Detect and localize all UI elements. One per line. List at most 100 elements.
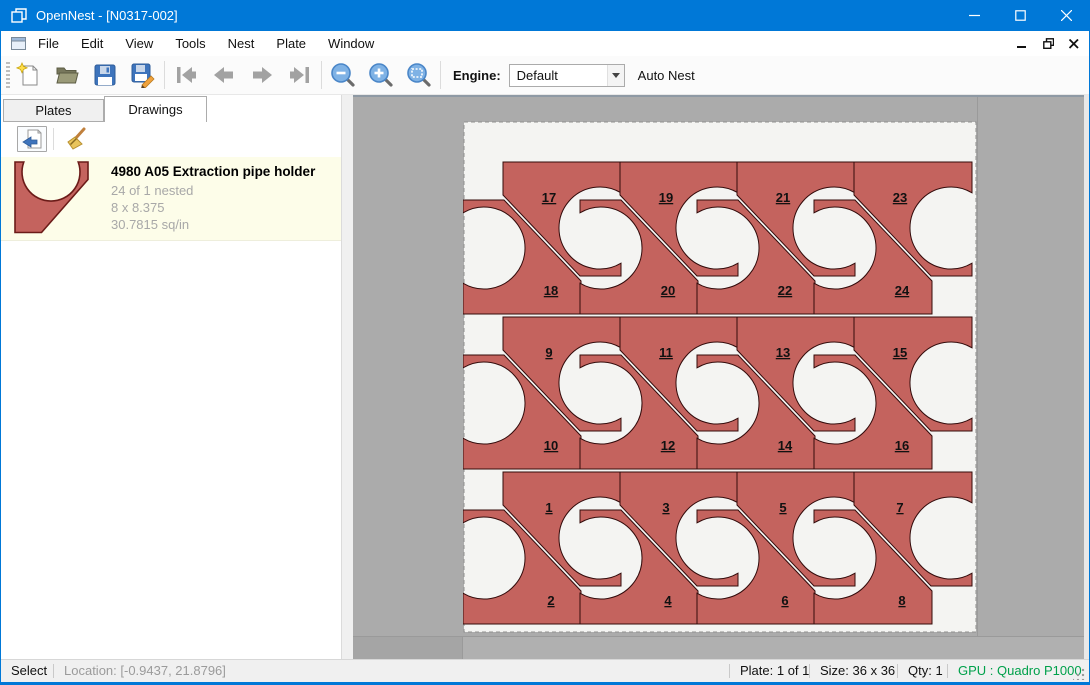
close-button[interactable] [1043,0,1089,31]
canvas-horizontal-scrollbar[interactable] [353,636,1084,659]
zoom-extents-icon [406,62,432,88]
main-toolbar: Engine: Default Auto Nest [1,56,1089,95]
toolbar-separator [164,61,165,89]
nest-part-label: 21 [776,190,790,205]
go-next-button[interactable] [243,59,281,91]
nest-part-label: 24 [895,283,910,298]
app-window: OpenNest - [N0317-002] File Edit View [0,0,1090,685]
mdi-minimize-button[interactable] [1013,35,1031,52]
status-bar: Select Location: [-0.9437, 21.8796] Plat… [1,659,1089,682]
save-as-icon [130,62,156,88]
save-as-button[interactable] [124,59,162,91]
go-last-button[interactable] [281,59,319,91]
nest-canvas[interactable]: 171819202122232491011121314151612345678 [353,95,1084,636]
drawing-list-item[interactable]: 4980 A05 Extraction pipe holder 24 of 1 … [1,157,341,241]
status-separator [729,664,730,678]
clean-button[interactable] [60,126,90,152]
go-first-button[interactable] [167,59,205,91]
drawing-title: 4980 A05 Extraction pipe holder [111,164,315,179]
nest-part-label: 6 [781,593,788,608]
menu-file[interactable]: File [27,32,70,55]
panel-tabs: Plates Drawings [1,95,341,122]
canvas-scroll-divider [977,97,978,636]
plate[interactable]: 171819202122232491011121314151612345678 [463,121,977,638]
zoom-in-icon [368,62,394,88]
status-mode: Select [11,663,47,678]
close-icon [1061,10,1072,21]
panel-scrollbar[interactable] [341,95,353,659]
nest-part-label: 9 [545,345,552,360]
new-document-icon [16,62,42,88]
nest-part-label: 22 [778,283,792,298]
open-file-button[interactable] [48,59,86,91]
go-last-icon [287,62,313,88]
window-title: OpenNest - [N0317-002] [36,8,178,23]
menu-tools[interactable]: Tools [164,32,216,55]
nest-part-label: 5 [779,500,786,515]
import-drawing-icon [21,128,43,150]
drawings-toolbar [1,122,341,155]
mdi-restore-icon [1043,38,1054,49]
go-previous-button[interactable] [205,59,243,91]
menu-edit[interactable]: Edit [70,32,114,55]
nest-part-label: 10 [544,438,558,453]
menu-bar: File Edit View Tools Nest Plate Window [1,31,1089,56]
minimize-icon [969,10,980,21]
nest-part-label: 18 [544,283,558,298]
zoom-out-button[interactable] [324,59,362,91]
maximize-icon [1015,10,1026,21]
menu-view[interactable]: View [114,32,164,55]
engine-label: Engine: [453,68,501,83]
nest-part-label: 8 [898,593,905,608]
tab-drawings-label: Drawings [128,102,182,117]
resize-grip[interactable] [1073,668,1085,680]
go-next-icon [249,62,275,88]
drawing-area: 30.7815 sq/in [111,217,189,232]
status-location: Location: [-0.9437, 21.8796] [64,663,226,678]
new-document-button[interactable] [10,59,48,91]
zoom-extents-button[interactable] [400,59,438,91]
status-separator [809,664,810,678]
engine-dropdown-button[interactable] [607,65,624,86]
menu-nest[interactable]: Nest [217,32,266,55]
chevron-down-icon [612,73,620,78]
status-separator [897,664,898,678]
open-file-icon [54,62,80,88]
nest-part-label: 19 [659,190,673,205]
nest-part-label: 4 [664,593,672,608]
mdi-restore-button[interactable] [1039,35,1057,52]
nest-part-label: 16 [895,438,909,453]
zoom-out-icon [330,62,356,88]
scrollbar-track-segment[interactable] [353,637,463,659]
tab-plates[interactable]: Plates [3,99,104,122]
save-icon [92,62,118,88]
go-previous-icon [211,62,237,88]
mdi-close-icon [1069,39,1079,49]
maximize-button[interactable] [997,0,1043,31]
nest-part-label: 3 [662,500,669,515]
minimize-button[interactable] [951,0,997,31]
drawings-panel: Plates Drawings [1,95,353,659]
status-qty: Qty: 1 [908,663,943,678]
menu-plate[interactable]: Plate [265,32,317,55]
nest-part-label: 15 [893,345,907,360]
zoom-in-button[interactable] [362,59,400,91]
nest-part-label: 12 [661,438,675,453]
mdi-minimize-icon [1017,39,1027,49]
engine-select[interactable]: Default [509,64,625,87]
auto-nest-button[interactable]: Auto Nest [638,68,695,83]
nest-part-label: 23 [893,190,907,205]
menu-window[interactable]: Window [317,32,385,55]
nest-part-label: 14 [778,438,793,453]
nest-part-label: 13 [776,345,790,360]
mdi-close-button[interactable] [1065,35,1083,52]
save-button[interactable] [86,59,124,91]
app-icon [11,8,27,24]
status-gpu: GPU : Quadro P1000 [958,663,1082,678]
nest-part-label: 11 [659,345,673,360]
tab-drawings[interactable]: Drawings [104,96,207,122]
nest-part-label: 1 [545,500,552,515]
import-drawing-button[interactable] [17,126,47,152]
tab-plates-label: Plates [35,103,71,118]
status-size: Size: 36 x 36 [820,663,895,678]
